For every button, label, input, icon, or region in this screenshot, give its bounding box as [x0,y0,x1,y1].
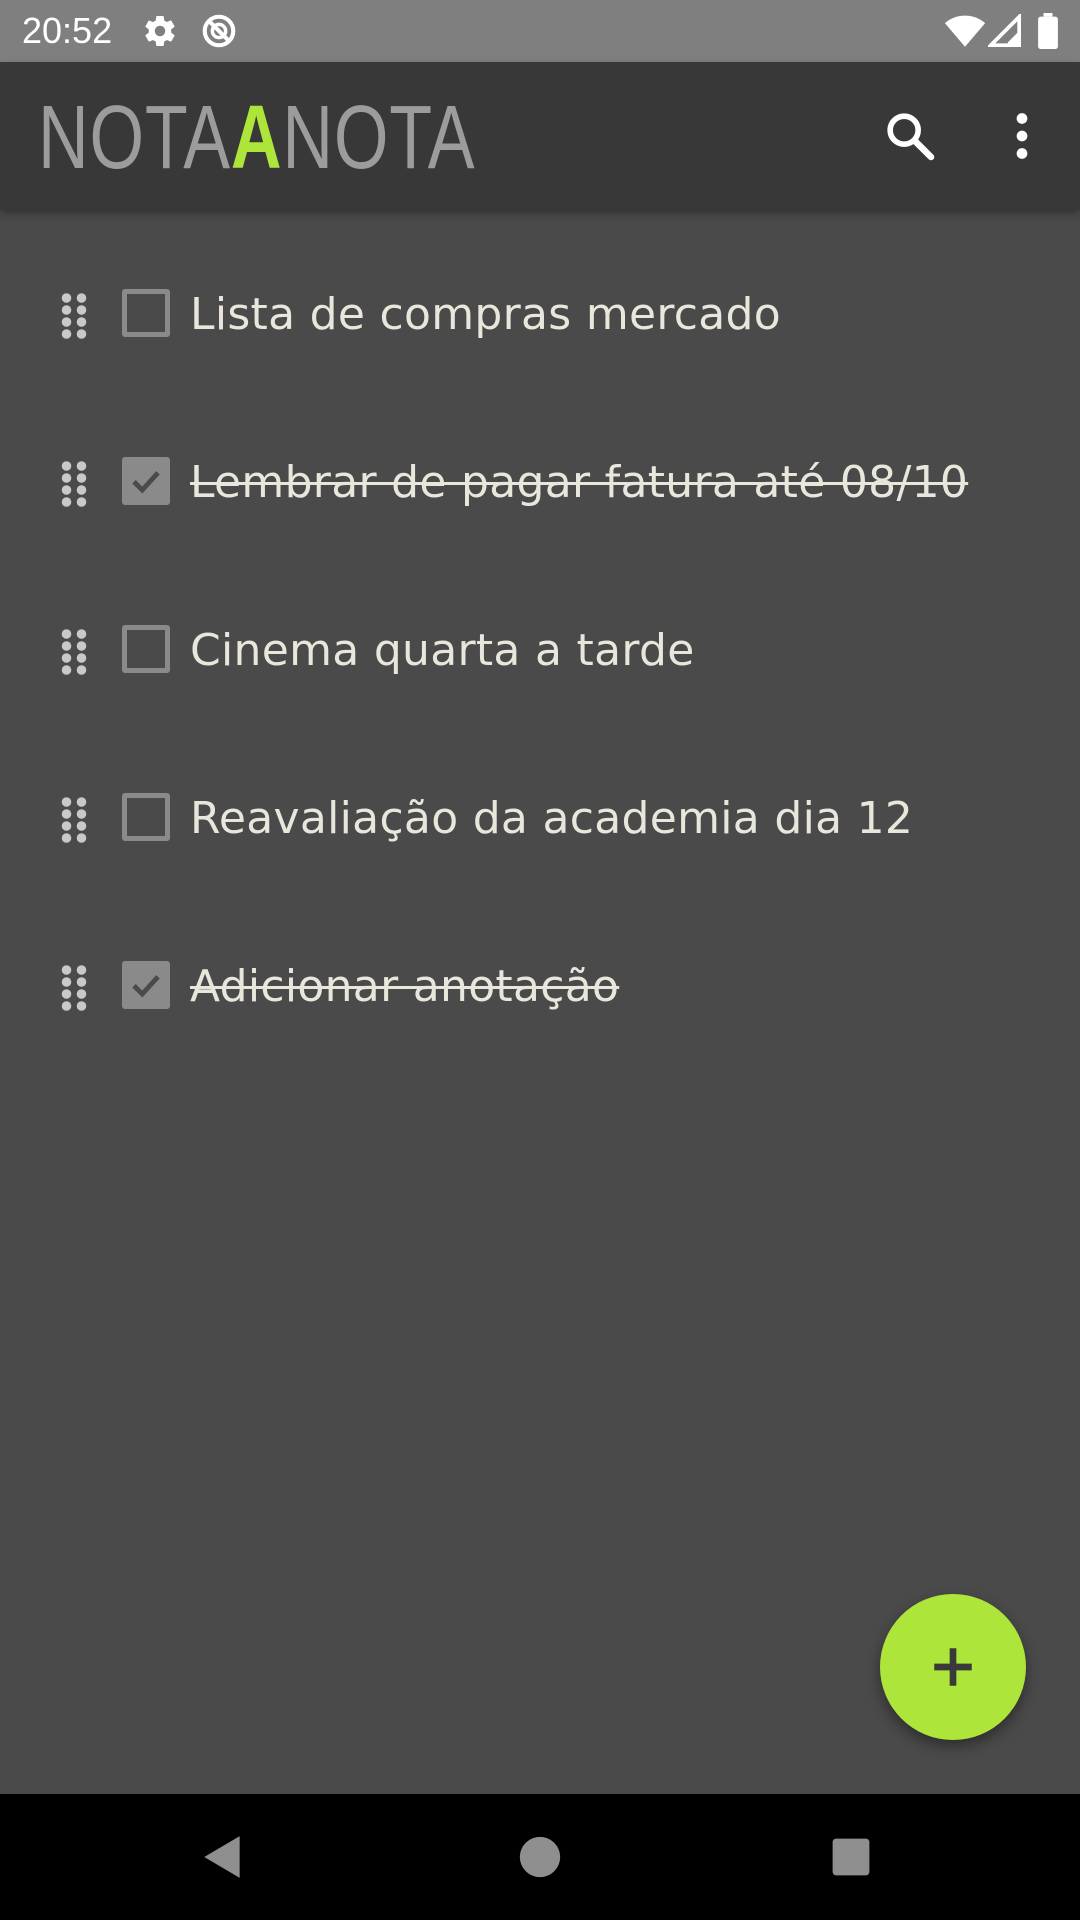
battery-icon [1034,0,1062,62]
app-logo: NOTA A NOTA [38,88,475,188]
status-time: 20:52 [22,10,113,51]
note-checkbox[interactable] [122,289,170,337]
note-text: Adicionar anotação [190,961,620,1012]
drag-handle-icon[interactable] [50,964,98,1012]
note-checkbox[interactable] [122,793,170,841]
back-icon [204,1836,240,1878]
signal-icon [988,0,1022,62]
app-bar: NOTA A NOTA [0,62,1080,209]
logo-text-left: NOTA [38,88,231,188]
note-checkbox[interactable] [122,625,170,673]
wifi-icon [944,0,986,62]
note-text: Lembrar de pagar fatura até 08/10 [190,457,969,508]
note-item[interactable]: Lista de compras mercado [0,268,1080,364]
plus-icon [934,1648,972,1686]
search-button[interactable] [872,98,948,174]
drag-handle-icon[interactable] [50,796,98,844]
back-button[interactable] [190,1824,256,1890]
home-icon [519,1836,561,1878]
more-vert-icon [1016,113,1028,159]
search-icon [887,113,935,161]
note-checkbox[interactable] [122,457,170,505]
recents-icon [832,1838,870,1876]
logo-text-right: NOTA [282,88,476,188]
note-item[interactable]: Reavaliação da academia dia 12 [0,772,1080,868]
note-item[interactable]: Cinema quarta a tarde [0,604,1080,700]
note-text: Cinema quarta a tarde [190,625,695,676]
note-text: Reavaliação da academia dia 12 [190,793,914,844]
nav-bar [0,1794,1080,1920]
check-icon [132,975,160,998]
status-bar: 20:52 [0,0,1080,62]
check-icon [132,471,160,494]
no-disturb-icon [198,0,240,62]
drag-handle-icon[interactable] [50,292,98,340]
drag-handle-icon[interactable] [50,460,98,508]
note-checkbox[interactable] [122,961,170,1009]
note-item[interactable]: Lembrar de pagar fatura até 08/10 [0,436,1080,532]
add-note-button[interactable] [880,1594,1026,1740]
logo-text-accent: A [230,88,283,188]
note-item[interactable]: Adicionar anotação [0,940,1080,1036]
recents-button[interactable] [818,1824,884,1890]
drag-handle-icon[interactable] [50,628,98,676]
note-text: Lista de compras mercado [190,289,781,340]
home-button[interactable] [507,1824,573,1890]
settings-icon [140,0,180,62]
more-options-button[interactable] [984,98,1060,174]
